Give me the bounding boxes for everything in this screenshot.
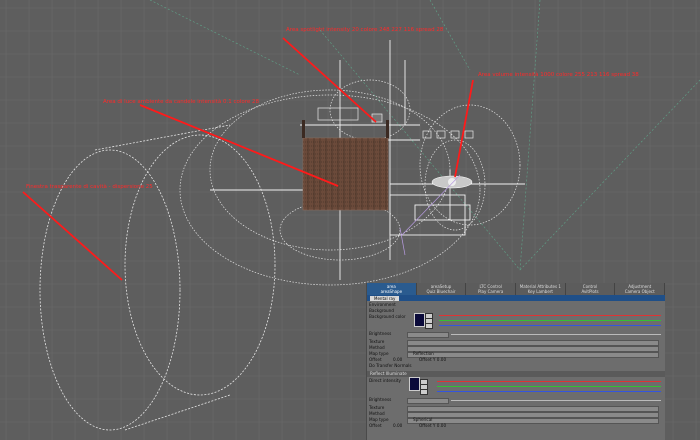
channel-b[interactable]: [425, 323, 433, 329]
textured-object: [302, 120, 389, 211]
brightness-field-2[interactable]: [407, 398, 449, 404]
slider-green[interactable]: [439, 320, 661, 321]
slider-red-2[interactable]: [437, 381, 661, 382]
slider-red[interactable]: [439, 315, 661, 316]
tab-sub: Play Camera: [478, 289, 504, 294]
attribute-editor-panel: area areaShape areaSetup Quiz Bluechair LT…: [366, 283, 665, 440]
label-brightness-2: Brightness: [369, 397, 392, 402]
label-brightness: Brightness: [369, 331, 392, 336]
offset-y[interactable]: Offset Y 0.00: [419, 357, 446, 363]
tab-control[interactable]: Control AvitPlots: [566, 283, 616, 295]
label-offset-2: Offset: [369, 423, 382, 428]
annotation-arrows: [22, 37, 474, 281]
tab-sub: Quiz Bluechair: [426, 289, 456, 294]
tab-ltc-control[interactable]: LTC Control Play Camera: [466, 283, 517, 295]
offset-value-2[interactable]: 0.00: [393, 423, 402, 429]
offset-y-2[interactable]: Offset Y 0.00: [419, 423, 446, 429]
light-pod: [431, 175, 473, 189]
panel-subtabs: Mental ray: [367, 295, 665, 301]
brightness-field[interactable]: [407, 332, 449, 338]
channel-b-2[interactable]: [420, 389, 428, 395]
annotation-volume: Area volume intensità 1000 colore 255 21…: [478, 72, 639, 78]
label-transfer: Do Transfer Normals: [369, 363, 412, 368]
subtab-mental-ray[interactable]: Mental ray: [370, 295, 400, 301]
tab-sub: AvitPlots: [581, 289, 599, 294]
annotation-ambient: Area di luce ambiente da candele intensi…: [103, 99, 260, 105]
slider-blue[interactable]: [439, 325, 661, 326]
tab-area-setup[interactable]: areaSetup Quiz Bluechair: [417, 283, 467, 295]
label-direct-intensity: Direct intensity: [369, 378, 402, 383]
slider-blue-2[interactable]: [437, 391, 661, 392]
tab-area[interactable]: area areaShape: [367, 283, 417, 295]
annotation-spotlight: Area spotlight intensity 20 colore 248 2…: [286, 27, 444, 33]
panel-tabs: area areaShape areaSetup Quiz Bluechair LT…: [367, 283, 665, 295]
tab-sub: Key Lambert: [527, 289, 553, 294]
tab-sub: areaShape: [380, 289, 403, 294]
brightness-slider[interactable]: [451, 334, 661, 335]
label-bg-color: Background color: [369, 314, 406, 319]
light-cone-lines: [149, 0, 700, 271]
tab-sub: Camera Object: [624, 289, 655, 294]
tab-adjustment[interactable]: Adjustment Camera Object: [615, 283, 665, 295]
slider-green-2[interactable]: [437, 386, 661, 387]
color-swatch-2[interactable]: [409, 377, 420, 391]
annotation-window: Finestra trasparente di cavità - dispers…: [26, 184, 153, 190]
brightness-slider-2[interactable]: [451, 400, 661, 401]
tab-material[interactable]: Material Attributes 1 Key Lambert: [516, 283, 566, 295]
color-swatch[interactable]: [414, 313, 425, 327]
